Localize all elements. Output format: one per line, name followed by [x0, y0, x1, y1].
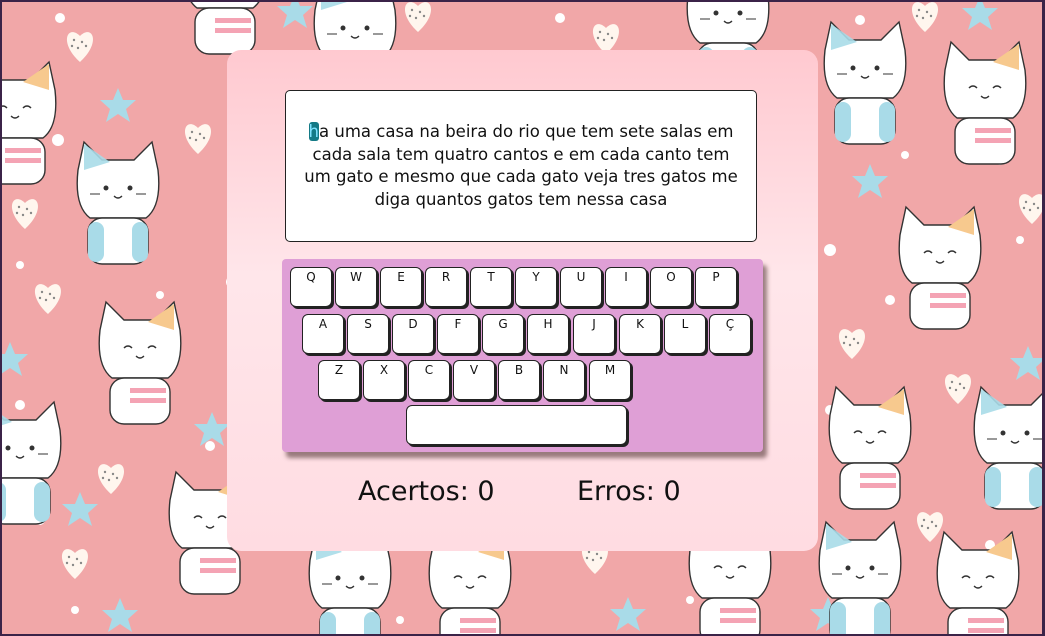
errors-value: 0	[663, 476, 681, 507]
key-j[interactable]: J	[573, 314, 615, 354]
current-char-highlight: h	[308, 122, 320, 141]
hits-label: Acertos:	[358, 476, 469, 507]
key-r[interactable]: R	[425, 267, 467, 307]
key-i[interactable]: I	[605, 267, 647, 307]
key-w[interactable]: W	[335, 267, 377, 307]
key-f[interactable]: F	[437, 314, 479, 354]
phrase-remaining: a uma casa na beira do rio que tem sete …	[304, 122, 738, 209]
key-p[interactable]: P	[695, 267, 737, 307]
key-t[interactable]: T	[470, 267, 512, 307]
hits-counter: Acertos: 0	[358, 476, 495, 507]
key-e[interactable]: E	[380, 267, 422, 307]
key-space[interactable]	[406, 405, 627, 445]
key-u[interactable]: U	[560, 267, 602, 307]
key-n[interactable]: N	[543, 360, 585, 400]
errors-label: Erros:	[577, 476, 655, 507]
hits-value: 0	[477, 476, 495, 507]
key-v[interactable]: V	[453, 360, 495, 400]
key-c[interactable]: C	[408, 360, 450, 400]
key-d[interactable]: D	[392, 314, 434, 354]
key-g[interactable]: G	[482, 314, 524, 354]
key-m[interactable]: M	[589, 360, 631, 400]
key-x[interactable]: X	[363, 360, 405, 400]
key-y[interactable]: Y	[515, 267, 557, 307]
key-s[interactable]: S	[347, 314, 389, 354]
errors-counter: Erros: 0	[577, 476, 681, 507]
key-o[interactable]: O	[650, 267, 692, 307]
phrase-box: ha uma casa na beira do rio que tem sete…	[285, 90, 757, 242]
key-z[interactable]: Z	[318, 360, 360, 400]
key-c-cedilla[interactable]: Ç	[709, 314, 751, 354]
key-q[interactable]: Q	[290, 267, 332, 307]
key-k[interactable]: K	[619, 314, 661, 354]
key-a[interactable]: A	[302, 314, 344, 354]
key-l[interactable]: L	[664, 314, 706, 354]
virtual-keyboard: Q W E R T Y U I O P A S D F G H J K L Ç …	[282, 259, 763, 452]
key-h[interactable]: H	[527, 314, 569, 354]
key-b[interactable]: B	[498, 360, 540, 400]
phrase-text: ha uma casa na beira do rio que tem sete…	[300, 121, 742, 211]
